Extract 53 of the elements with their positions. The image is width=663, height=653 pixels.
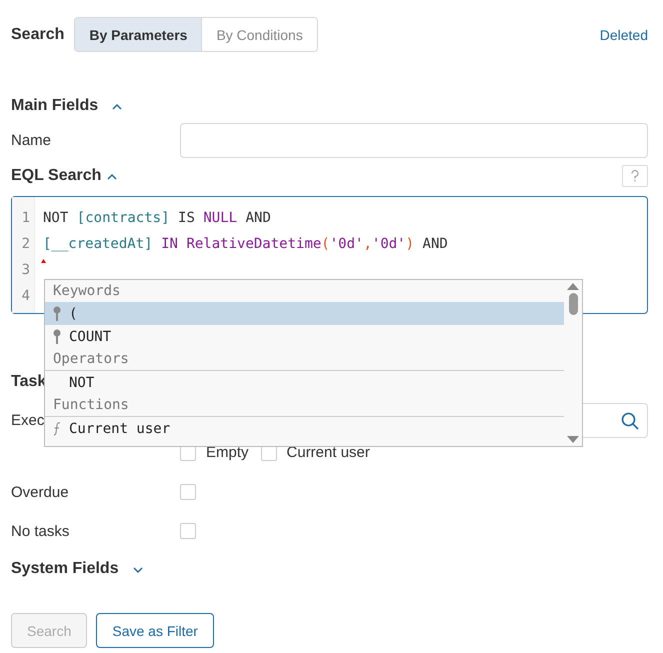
- suggestion-item[interactable]: NOT: [45, 371, 564, 394]
- suggestion-item[interactable]: Current user: [45, 417, 564, 440]
- code-token: IN: [161, 235, 178, 254]
- line-number: 1: [20, 209, 31, 228]
- chevron-up-icon[interactable]: [107, 174, 118, 180]
- code-token: '0d': [330, 235, 364, 254]
- deleted-link[interactable]: Deleted: [600, 26, 648, 42]
- code-token: NOT: [43, 209, 68, 228]
- code-token: '0d': [372, 235, 406, 254]
- code-token: IS: [178, 209, 195, 228]
- field-label: Overdue: [11, 484, 69, 500]
- checkbox[interactable]: [180, 484, 196, 500]
- scroll-up-icon[interactable]: [567, 283, 579, 290]
- function-icon: [53, 422, 61, 436]
- code-token: (: [321, 235, 330, 254]
- search-icon[interactable]: [621, 412, 639, 430]
- section-title: Main Fields: [11, 97, 98, 115]
- chevron-down-icon[interactable]: [132, 567, 143, 573]
- section-title: System Fields: [11, 560, 119, 578]
- checkbox[interactable]: [180, 523, 196, 539]
- name-input-field[interactable]: [180, 123, 648, 158]
- group-heading: Keywords: [52, 282, 122, 301]
- section-title: EQL Search: [11, 167, 102, 185]
- scrollbar-thumb[interactable]: [568, 293, 578, 315]
- checkbox-label: Current user: [286, 444, 370, 461]
- help-icon[interactable]: [622, 165, 648, 187]
- code-token: AND: [422, 235, 448, 254]
- code-token: [contracts]: [76, 209, 170, 228]
- group-heading: Functions: [45, 394, 564, 417]
- line-number: 2: [20, 235, 31, 254]
- suggestion-item[interactable]: COUNT: [45, 325, 564, 348]
- group-heading: Operators: [45, 348, 564, 371]
- checkbox-label: Empty: [206, 444, 249, 461]
- search-mode-tab[interactable]: By Parameters: [75, 18, 202, 51]
- scroll-down-icon[interactable]: [567, 436, 579, 443]
- chevron-up-icon[interactable]: [112, 104, 122, 110]
- suggestion-item[interactable]: (: [45, 302, 564, 325]
- line-number: 4: [20, 287, 31, 306]
- line-number: 3: [20, 261, 31, 280]
- field-label: Exec: [11, 412, 44, 429]
- search-title: Search: [11, 26, 64, 44]
- code-token: ,: [363, 235, 372, 254]
- field-label: Name: [11, 132, 52, 149]
- key-icon: [53, 329, 61, 344]
- code-token: [__createdAt]: [43, 235, 153, 254]
- key-icon: [53, 306, 61, 321]
- code-token: RelativeDatetime: [186, 235, 322, 254]
- save-filter-button[interactable]: Save as Filter: [96, 613, 214, 648]
- field-label: No tasks: [11, 522, 70, 540]
- code-token: ): [406, 235, 414, 254]
- code-token: NULL: [203, 209, 238, 228]
- section-title: Task: [11, 373, 46, 391]
- code-token: AND: [246, 209, 271, 228]
